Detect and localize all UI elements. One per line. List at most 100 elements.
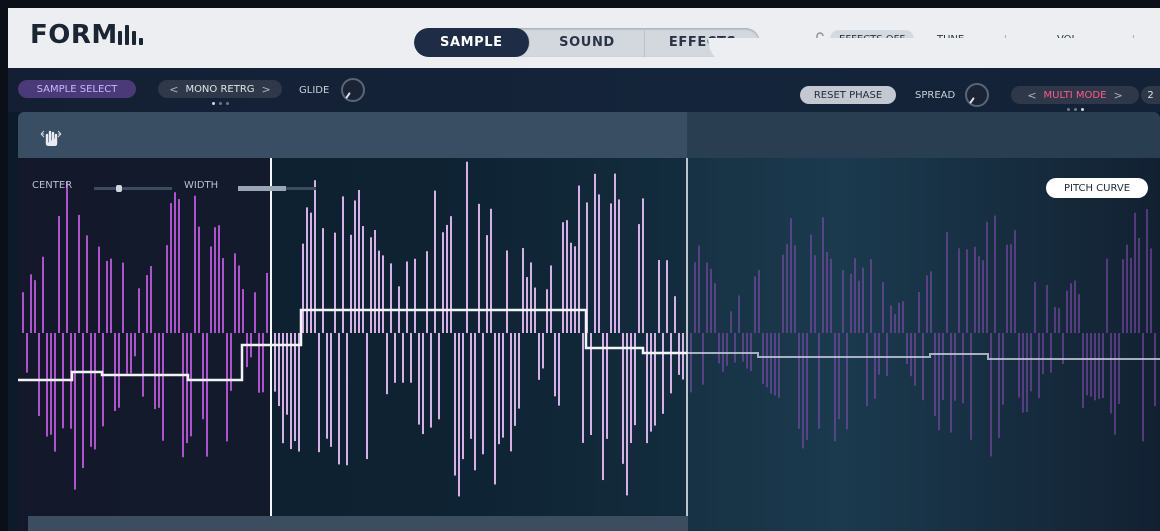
- waveform-bar: [94, 333, 96, 450]
- waveform-bar: [274, 333, 276, 392]
- waveform-bar: [414, 258, 416, 333]
- waveform-bar: [770, 333, 772, 394]
- waveform-bar: [754, 276, 756, 333]
- spread-knob[interactable]: [965, 83, 989, 107]
- voice-mode-selector[interactable]: < MONO RETRG >: [158, 80, 282, 98]
- waveform-bar: [298, 333, 300, 452]
- waveform-bar: [782, 254, 784, 333]
- voices-count[interactable]: 2: [1141, 86, 1160, 104]
- waveform-bar: [946, 232, 948, 333]
- pitch-curve-button[interactable]: PITCH CURVE: [1046, 178, 1148, 198]
- tab-sample[interactable]: SAMPLE: [414, 28, 530, 57]
- waveform-bar: [926, 275, 928, 333]
- multi-mode-selector[interactable]: < MULTI MODE >: [1011, 86, 1139, 104]
- waveform-bar: [962, 333, 964, 404]
- waveform-bar: [354, 200, 356, 333]
- waveform-bar: [1146, 209, 1148, 333]
- center-slider[interactable]: [94, 185, 172, 192]
- next-arrow-icon[interactable]: >: [1106, 89, 1129, 102]
- waveform-bar: [102, 333, 104, 427]
- waveform-bar: [798, 333, 800, 429]
- waveform-bar: [850, 273, 852, 333]
- waveform-bar: [374, 230, 376, 333]
- reset-phase-button[interactable]: RESET PHASE: [800, 86, 896, 104]
- waveform-canvas[interactable]: [18, 158, 1160, 531]
- voice-mode-page-dots: [212, 102, 229, 105]
- waveform-bar: [38, 333, 40, 416]
- waveform-bar: [758, 270, 760, 333]
- waveform-bar: [558, 333, 560, 406]
- waveform-bar: [998, 333, 1000, 438]
- waveform-bar: [1110, 333, 1112, 414]
- next-arrow-icon[interactable]: >: [255, 83, 278, 96]
- waveform-bar: [566, 220, 568, 333]
- waveform-bar: [1094, 333, 1096, 401]
- region-bottom-handle[interactable]: [28, 516, 688, 531]
- waveform-bar: [830, 258, 832, 333]
- sample-position-strip[interactable]: [18, 112, 1160, 158]
- waveform-bar: [1058, 308, 1060, 333]
- waveform-bar: [730, 311, 732, 333]
- waveform-bar: [718, 333, 720, 364]
- waveform-bar: [122, 262, 124, 333]
- waveform-bar: [1154, 333, 1156, 407]
- drag-hand-icon[interactable]: [40, 126, 62, 146]
- waveform-bar: [966, 249, 968, 333]
- waveform-bar: [306, 207, 308, 333]
- waveform-bar: [194, 195, 196, 333]
- waveform-bar: [490, 208, 492, 333]
- waveform-bar: [1150, 248, 1152, 333]
- waveform-bar: [418, 333, 420, 425]
- waveform-bar: [1010, 244, 1012, 333]
- waveform-bar: [402, 333, 404, 383]
- waveform-bar: [26, 333, 28, 373]
- waveform-bar: [338, 333, 340, 465]
- waveform-bar: [458, 333, 460, 497]
- waveform-bar: [666, 260, 668, 333]
- waveform-bar: [1074, 280, 1076, 333]
- waveform-bar: [1006, 244, 1008, 333]
- waveform-bar: [382, 255, 384, 333]
- waveform-bar: [446, 224, 448, 333]
- width-slider[interactable]: [238, 186, 316, 191]
- glide-label: GLIDE: [299, 85, 330, 96]
- prev-arrow-icon[interactable]: <: [162, 83, 185, 96]
- glide-knob[interactable]: [341, 78, 365, 102]
- waveform-bar: [166, 245, 168, 333]
- waveform-bar: [674, 296, 676, 333]
- waveform-bar: [506, 250, 508, 333]
- sample-select-button[interactable]: SAMPLE SELECT: [18, 80, 136, 98]
- waveform-bar: [1126, 244, 1128, 333]
- waveform-bar: [810, 234, 812, 333]
- waveform-bar: [1090, 333, 1092, 397]
- waveform-bar: [150, 266, 152, 333]
- waveform-bar: [1102, 333, 1104, 399]
- waveform-bar: [190, 333, 192, 437]
- waveform-bar: [142, 333, 144, 397]
- waveform-bar: [510, 333, 512, 452]
- waveform-bar: [650, 333, 652, 432]
- waveform-bar: [974, 246, 976, 333]
- waveform-bar: [1118, 333, 1120, 404]
- waveform-bar: [786, 244, 788, 333]
- waveform-bar: [1030, 333, 1032, 392]
- waveform-bar: [982, 260, 984, 333]
- waveform-bar: [790, 218, 792, 333]
- waveform-bar: [390, 263, 392, 333]
- waveform-bar: [146, 275, 148, 333]
- waveform-bar: [562, 222, 564, 333]
- control-bar: SAMPLE SELECT < MONO RETRG > GLIDE RESET…: [8, 38, 1160, 112]
- waveform-display[interactable]: CENTER WIDTH PITCH CURVE: [18, 112, 1160, 531]
- waveform-bar: [1070, 283, 1072, 333]
- waveform-bar: [950, 333, 952, 433]
- waveform-bar: [438, 333, 440, 420]
- prev-arrow-icon[interactable]: <: [1020, 89, 1043, 102]
- tab-sound[interactable]: SOUND: [530, 28, 646, 57]
- waveform-bar: [422, 333, 424, 435]
- waveform-bar: [78, 214, 80, 333]
- waveform-bar: [342, 196, 344, 333]
- playback-region[interactable]: [18, 112, 687, 158]
- waveform-bar: [978, 256, 980, 333]
- waveform-bar: [738, 295, 740, 333]
- waveform-bar: [970, 333, 972, 440]
